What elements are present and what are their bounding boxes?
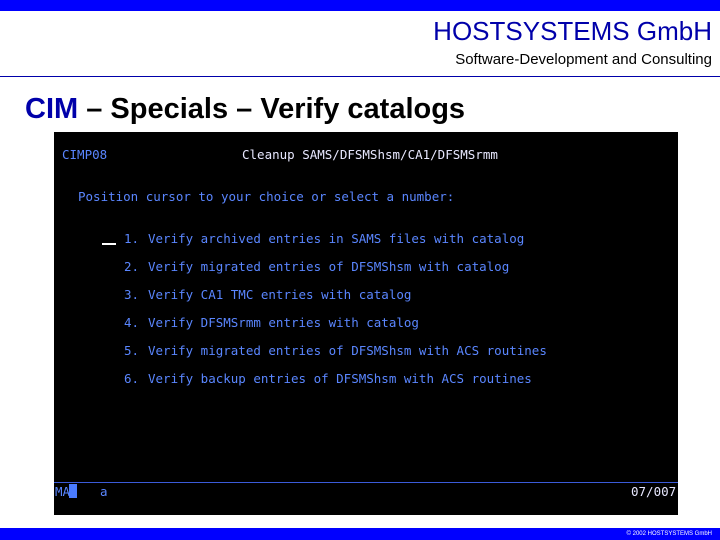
option-2-label[interactable]: Verify migrated entries of DFSMShsm with… — [148, 259, 509, 274]
option-6-number[interactable]: 6. — [124, 371, 139, 386]
slide-title-cim: CIM — [25, 93, 79, 125]
option-5-number[interactable]: 5. — [124, 343, 139, 358]
option-2-number[interactable]: 2. — [124, 259, 139, 274]
header-divider — [0, 76, 720, 77]
option-4-number[interactable]: 4. — [124, 315, 139, 330]
copyright-notice: © 2002 HOSTSYSTEMS GmbH — [626, 531, 712, 537]
input-cursor[interactable] — [102, 243, 116, 245]
slide-title-rest: – Specials – Verify catalogs — [78, 93, 466, 125]
status-indicator: MA — [55, 484, 71, 499]
option-4-label[interactable]: Verify DFSMSrmm entries with catalog — [148, 315, 419, 330]
panel-title: Cleanup SAMS/DFSMShsm/CA1/DFSMSrmm — [242, 147, 498, 162]
option-3-number[interactable]: 3. — [124, 287, 139, 302]
option-1-label[interactable]: Verify archived entries in SAMS files wi… — [148, 231, 524, 246]
cursor-position: 07/007 — [631, 484, 677, 499]
option-1-number[interactable]: 1. — [124, 231, 139, 246]
option-3-label[interactable]: Verify CA1 TMC entries with catalog — [148, 287, 411, 302]
status-cursor-block — [69, 484, 77, 498]
status-line-divider — [54, 482, 678, 483]
selection-prompt: Position cursor to your choice or select… — [78, 189, 455, 204]
bottom-color-bar — [0, 528, 720, 540]
company-subtitle: Software-Development and Consulting — [455, 51, 712, 68]
top-color-bar — [0, 0, 720, 11]
panel-id: CIMP08 — [62, 147, 108, 162]
company-name: HOSTSYSTEMS GmbH — [433, 16, 712, 46]
option-5-label[interactable]: Verify migrated entries of DFSMShsm with… — [148, 343, 547, 358]
terminal-screen[interactable]: CIMP08 Cleanup SAMS/DFSMShsm/CA1/DFSMSrm… — [54, 132, 678, 515]
option-6-label[interactable]: Verify backup entries of DFSMShsm with A… — [148, 371, 532, 386]
slide-title: CIM – Specials – Verify catalogs — [25, 93, 465, 126]
session-id: a — [100, 484, 108, 499]
